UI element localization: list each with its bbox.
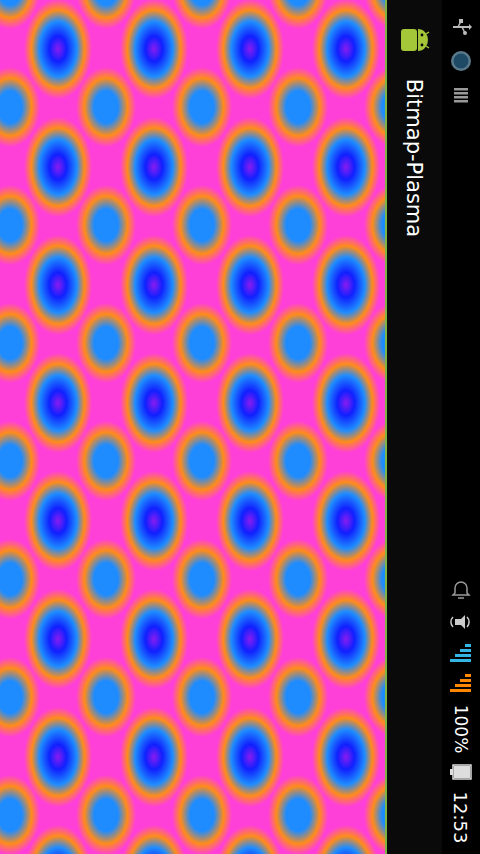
clock: 12:53 xyxy=(451,791,472,843)
action-bar: Bitmap-Plasma xyxy=(385,0,442,854)
compass-icon xyxy=(450,50,472,72)
plasma-canvas xyxy=(0,0,385,854)
usb-icon xyxy=(450,16,472,38)
app-title: Bitmap-Plasma xyxy=(403,79,427,237)
signal-icon xyxy=(449,672,473,694)
alarm-off-icon xyxy=(449,578,473,602)
battery-percent: 100% xyxy=(451,705,471,754)
signal-icon xyxy=(449,642,473,664)
status-bar: 100% 12:53 xyxy=(442,0,480,854)
storage-icon xyxy=(450,84,472,106)
battery-icon xyxy=(449,764,473,780)
screen: Bitmap-Plasma 100% 12:53 xyxy=(0,0,480,854)
sound-icon xyxy=(449,610,473,634)
android-app-icon[interactable] xyxy=(395,20,435,60)
